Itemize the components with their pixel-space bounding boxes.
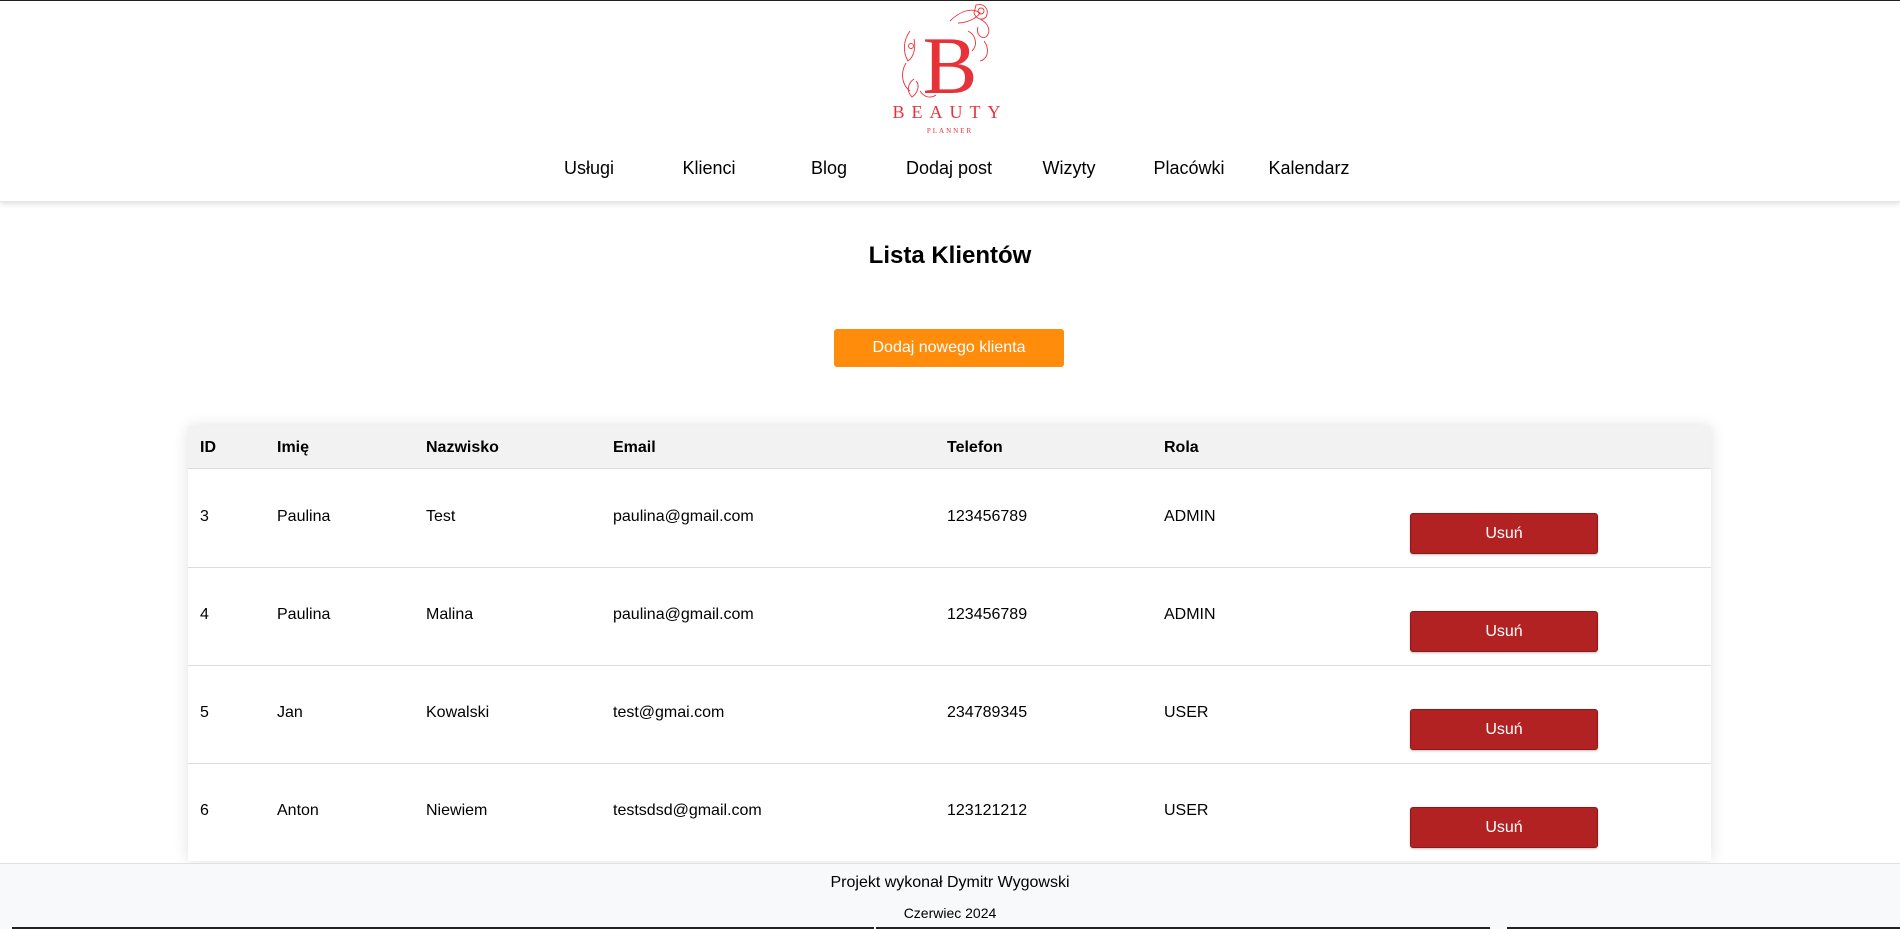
nav-item-blog[interactable]: Blog	[769, 151, 889, 185]
nav-item-dodaj-post[interactable]: Dodaj post	[889, 151, 1009, 185]
delete-client-button[interactable]: Usuń	[1410, 709, 1598, 750]
cell-first-name: Paulina	[277, 508, 331, 525]
cell-id: 4	[200, 606, 209, 623]
column-header-phone: Telefon	[947, 439, 1003, 456]
cell-last-name: Test	[426, 508, 456, 525]
cell-last-name: Malina	[426, 606, 474, 623]
beauty-planner-logo[interactable]: B BEAUTY PLANNER	[880, 1, 1020, 141]
nav-item-uslugi[interactable]: Usługi	[529, 151, 649, 185]
cell-phone: 123456789	[947, 606, 1028, 623]
cell-email: paulina@gmail.com	[613, 508, 754, 525]
add-client-button[interactable]: Dodaj nowego klienta	[834, 329, 1064, 367]
cell-email: test@gmai.com	[613, 704, 725, 721]
cell-role: USER	[1164, 802, 1209, 819]
footer-date: Czerwiec 2024	[903, 905, 997, 921]
cell-first-name: Jan	[277, 704, 303, 721]
nav-item-klienci[interactable]: Klienci	[649, 151, 769, 185]
footer-author: Projekt wykonał Dymitr Wygowski	[830, 874, 1070, 891]
column-header-role: Rola	[1164, 439, 1199, 456]
cell-email: paulina@gmail.com	[613, 606, 754, 623]
nav-item-wizyty[interactable]: Wizyty	[1009, 151, 1129, 185]
cell-phone: 234789345	[947, 704, 1028, 721]
table-row: 6 Anton Niewiem testsdsd@gmail.com 12312…	[188, 764, 1711, 861]
nav-item-kalendarz[interactable]: Kalendarz	[1249, 151, 1369, 185]
cell-id: 6	[200, 802, 209, 819]
column-header-email: Email	[613, 439, 656, 456]
column-header-last-name: Nazwisko	[426, 439, 499, 456]
table-header: ID Imię Nazwisko Email Telefon Rola	[188, 426, 1711, 469]
cell-first-name: Anton	[277, 802, 319, 819]
cell-role: USER	[1164, 704, 1209, 721]
page-title: Lista Klientów	[868, 242, 1032, 269]
logo-graphic: B BEAUTY PLANNER	[893, 4, 1008, 135]
logo-tagline: PLANNER	[927, 127, 973, 135]
delete-client-button[interactable]: Usuń	[1410, 807, 1598, 848]
table-row: 4 Paulina Malina paulina@gmail.com 12345…	[188, 568, 1711, 666]
cell-last-name: Kowalski	[426, 704, 490, 721]
logo-letter: B	[923, 20, 978, 111]
cell-last-name: Niewiem	[426, 802, 488, 819]
cell-first-name: Paulina	[277, 606, 331, 623]
site-header: B BEAUTY PLANNER Usługi Klienci Blog Dod…	[0, 1, 1900, 202]
delete-client-button[interactable]: Usuń	[1410, 611, 1598, 652]
table-row: 3 Paulina Test paulina@gmail.com 1234567…	[188, 470, 1711, 568]
cell-role: ADMIN	[1164, 508, 1216, 525]
cell-phone: 123456789	[947, 508, 1028, 525]
delete-client-button[interactable]: Usuń	[1410, 513, 1598, 554]
cell-id: 5	[200, 704, 209, 721]
cell-role: ADMIN	[1164, 606, 1216, 623]
main-navigation: Usługi Klienci Blog Dodaj post Wizyty Pl…	[0, 151, 1900, 185]
site-footer: Projekt wykonał Dymitr Wygowski Czerwiec…	[0, 863, 1900, 929]
logo-name: BEAUTY	[893, 102, 1008, 122]
cell-phone: 123121212	[947, 802, 1028, 819]
clients-table: ID Imię Nazwisko Email Telefon Rola 3 Pa…	[188, 426, 1711, 861]
column-header-id: ID	[200, 439, 216, 456]
table-row: 5 Jan Kowalski test@gmai.com 234789345 U…	[188, 666, 1711, 764]
nav-item-placowki[interactable]: Placówki	[1129, 151, 1249, 185]
column-header-first-name: Imię	[277, 439, 310, 456]
cell-id: 3	[200, 508, 209, 525]
cell-email: testsdsd@gmail.com	[613, 802, 762, 819]
